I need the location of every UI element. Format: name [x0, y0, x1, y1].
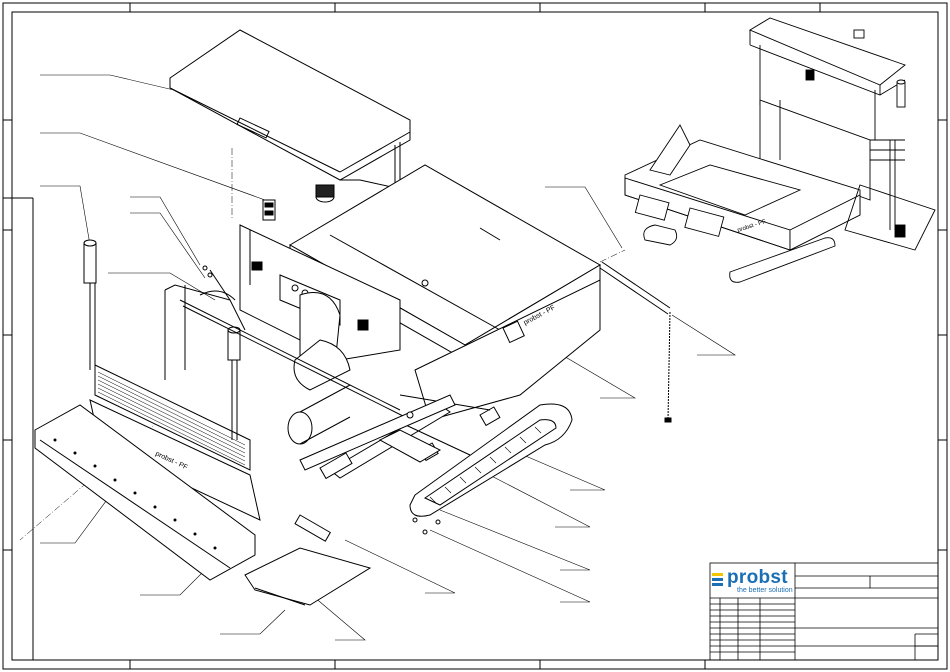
brand-logo-text: probst	[727, 567, 788, 588]
drawing-sheet: probst - PF probst - PF probst - PF	[2, 2, 948, 670]
chain	[667, 311, 671, 421]
brand-tagline: the better solution	[737, 587, 793, 594]
leader-lines	[40, 74, 737, 641]
height-sensor	[83, 242, 97, 284]
roof-panel	[169, 29, 411, 181]
main-isometric-view: probst - PF probst - PF	[34, 29, 672, 606]
secondary-isometric-view: probst - PF	[624, 17, 936, 283]
brand-logo-mark	[712, 573, 723, 586]
